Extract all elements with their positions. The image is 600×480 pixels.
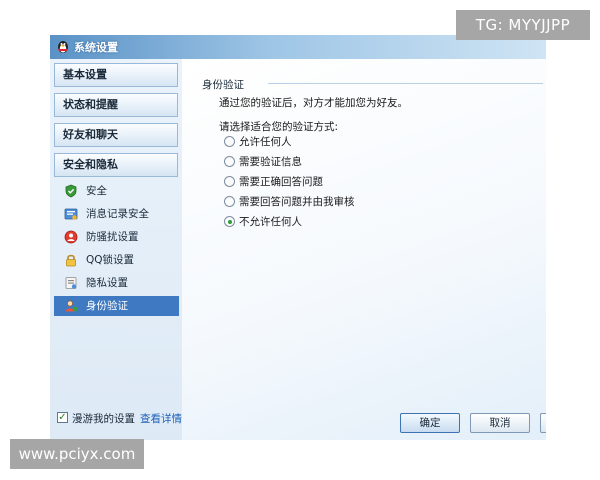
sidebar-item-label: 防骚扰设置 [86, 231, 139, 243]
section-description: 通过您的验证后，对方才能加您为好友。 [219, 97, 408, 109]
roaming-settings-label: 漫游我的设置 [72, 413, 135, 425]
watermark-top: TG: MYYJJPP [456, 10, 590, 40]
roaming-settings-checkbox[interactable]: ✓ [57, 412, 68, 423]
section-divider [268, 83, 543, 84]
cancel-button[interactable]: 取消 [470, 413, 530, 433]
lock-icon [66, 254, 76, 267]
roaming-settings: ✓ 漫游我的设置 查看详情 [54, 409, 184, 429]
sidebar-item-privacy[interactable]: 隐私设置 [54, 273, 179, 293]
qq-penguin-icon [58, 41, 68, 53]
sidebar-item-label: 身份验证 [86, 300, 128, 312]
sidebar: 基本设置 状态和提醒 好友和聊天 安全和隐私 安全 消息记录安全 防骚扰设置 Q… [50, 59, 182, 440]
sidebar-item-identity-verification[interactable]: 身份验证 [54, 296, 179, 316]
radio-button[interactable] [224, 136, 235, 147]
chat-record-icon [64, 208, 78, 220]
sidebar-item-label: 隐私设置 [86, 277, 128, 289]
sidebar-item-message-record-security[interactable]: 消息记录安全 [54, 204, 179, 224]
sidebar-item-label: 安全 [86, 185, 107, 197]
category-status-reminders[interactable]: 状态和提醒 [54, 93, 178, 117]
category-basic-settings[interactable]: 基本设置 [54, 63, 178, 87]
verification-prompt: 请选择适合您的验证方式: [219, 121, 339, 133]
radio-button-checked[interactable] [224, 216, 235, 227]
user-verify-icon [65, 300, 78, 312]
category-friends-chat[interactable]: 好友和聊天 [54, 123, 178, 147]
sidebar-item-security[interactable]: 安全 [54, 181, 179, 201]
radio-button[interactable] [224, 196, 235, 207]
category-security-privacy[interactable]: 安全和隐私 [54, 153, 178, 177]
radio-button[interactable] [224, 176, 235, 187]
anti-harass-icon [64, 230, 78, 244]
apply-button-partial[interactable] [540, 413, 546, 433]
privacy-icon [65, 277, 77, 289]
sidebar-item-qq-lock[interactable]: QQ锁设置 [54, 250, 179, 270]
view-details-link[interactable]: 查看详情 [140, 411, 182, 426]
option-label: 需要正确回答问题 [239, 176, 323, 188]
radio-button[interactable] [224, 156, 235, 167]
sidebar-item-anti-harassment[interactable]: 防骚扰设置 [54, 227, 179, 247]
option-label: 不允许任何人 [239, 216, 302, 228]
content-panel: 身份验证 通过您的验证后，对方才能加您为好友。 请选择适合您的验证方式: 允许任… [182, 59, 546, 440]
watermark-bottom: www.pciyx.com [10, 439, 144, 469]
ok-button[interactable]: 确定 [400, 413, 460, 433]
shield-icon [65, 184, 77, 198]
option-label: 允许任何人 [239, 136, 292, 148]
option-label: 需要验证信息 [239, 156, 302, 168]
sidebar-item-label: 消息记录安全 [86, 208, 149, 220]
option-label: 需要回答问题并由我审核 [239, 196, 355, 208]
window-title: 系统设置 [74, 41, 118, 54]
sidebar-item-label: QQ锁设置 [86, 254, 135, 266]
section-title: 身份验证 [202, 79, 244, 91]
settings-window: 系统设置 基本设置 状态和提醒 好友和聊天 安全和隐私 安全 消息记录安全 防骚… [50, 35, 546, 440]
